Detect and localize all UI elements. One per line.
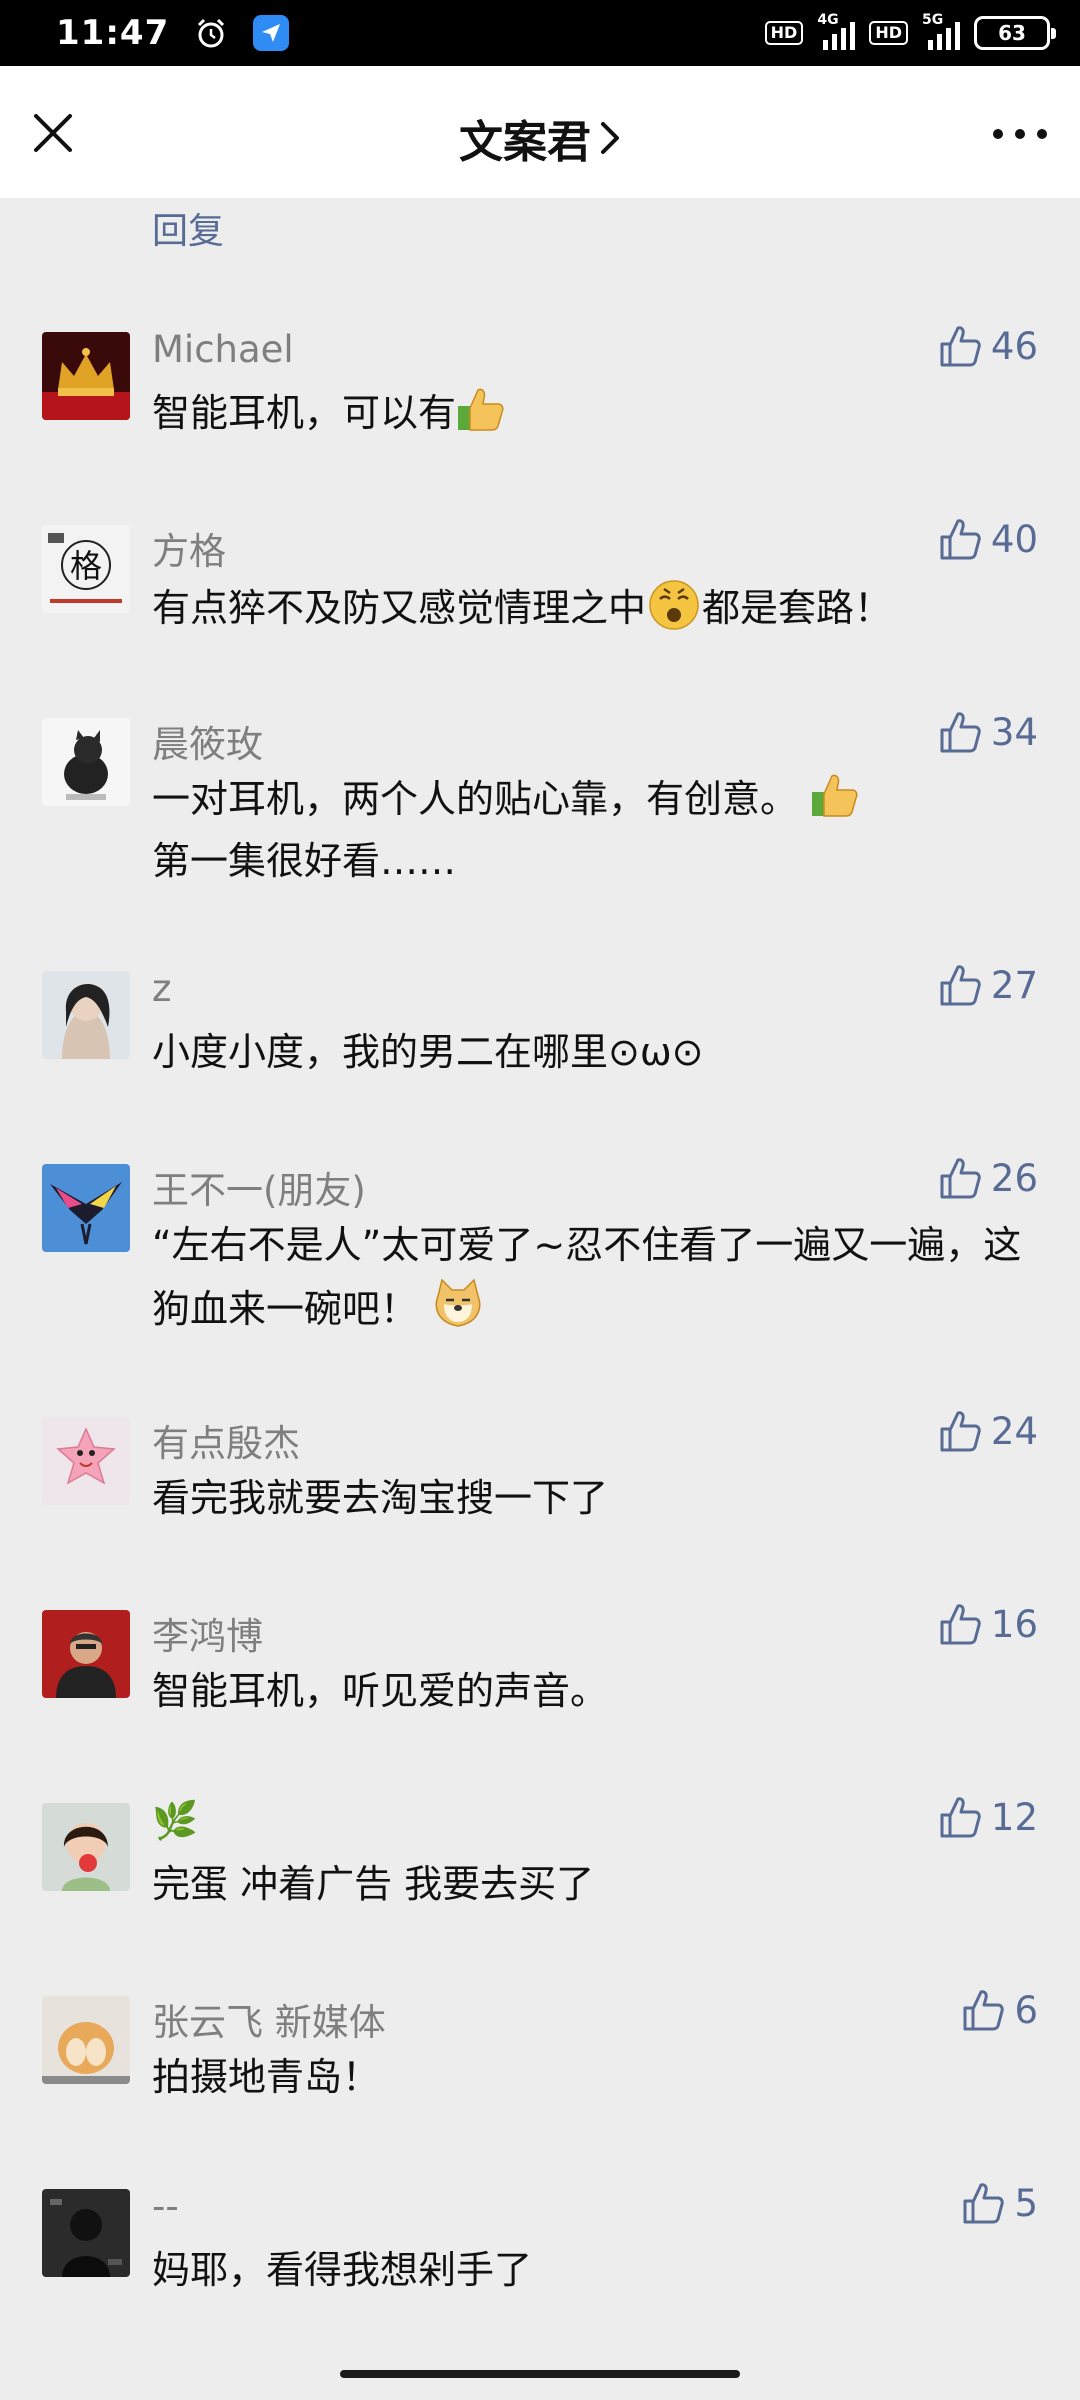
comment-author: 张云飞 新媒体 — [152, 2001, 386, 2044]
comment-text-body: 拍摄地青岛！ — [152, 2055, 381, 2099]
thumbs-up-icon — [963, 1990, 1005, 2031]
comment-text-body: 智能耳机，可以有 — [152, 391, 457, 435]
avatar[interactable] — [42, 1610, 130, 1698]
like-button[interactable]: 24 — [939, 1409, 1038, 1453]
thumbs-up-icon — [963, 2183, 1005, 2224]
avatar[interactable] — [42, 1417, 130, 1505]
thumbs-up-emoji-icon — [458, 388, 504, 431]
comment-author: z — [152, 967, 172, 1010]
like-button[interactable]: 16 — [939, 1602, 1038, 1646]
hd-badge: HD — [764, 21, 804, 45]
like-button[interactable]: 46 — [939, 324, 1038, 368]
comment-text: 智能耳机，听见爱的声音。 — [152, 1660, 1032, 1722]
like-count: 26 — [990, 1156, 1038, 1200]
comment-text: 拍摄地青岛！ — [152, 2046, 1032, 2108]
avatar[interactable]: 格 — [42, 525, 130, 613]
comment-text-body: 一对耳机，两个人的贴心靠，有创意。 — [152, 777, 799, 821]
battery-level: 63 — [998, 21, 1026, 45]
comment-text-body: 妈耶，看得我想剁手了 — [152, 2248, 533, 2292]
status-time: 11:47 — [56, 13, 170, 53]
comment-text-body: 第一集很好看…… — [152, 839, 457, 883]
avatar[interactable] — [42, 718, 130, 806]
hd-badge: HD — [869, 21, 908, 45]
app-notification-icon — [253, 15, 290, 51]
thumbs-up-emoji-icon — [812, 774, 858, 817]
comment-text-body: 看完我就要去淘宝搜一下了 — [152, 1476, 609, 1520]
cowboy-face-emoji-icon — [649, 580, 699, 630]
comment-text-body: 都是套路！ — [702, 586, 893, 630]
avatar[interactable] — [42, 1803, 130, 1891]
comment-text-body: “左右不是人”太可爱了~忍不住看了一遍又一遍，这狗血来一碗吧！ — [152, 1223, 1022, 1331]
reply-link[interactable]: 回复 — [152, 202, 224, 254]
page-title: 文案君 — [459, 117, 591, 168]
alarm-icon — [198, 18, 225, 48]
thumbs-up-icon — [940, 519, 981, 560]
comment-author: 🌿 — [152, 1799, 199, 1842]
comment-text: 智能耳机，可以有 — [152, 382, 1032, 444]
like-button[interactable]: 6 — [962, 1988, 1038, 2032]
like-button[interactable]: 5 — [962, 2181, 1038, 2225]
comment-author: 李鸿博 — [152, 1615, 263, 1658]
like-button[interactable]: 34 — [939, 710, 1038, 754]
network-label: 4G — [817, 12, 839, 28]
like-count: 12 — [990, 1795, 1038, 1839]
avatar[interactable] — [42, 1996, 130, 2084]
thumbs-up-icon — [940, 1158, 981, 1199]
comment-author: Michael — [152, 328, 294, 371]
like-button[interactable]: 26 — [939, 1156, 1038, 1200]
network-label: 5G — [922, 12, 944, 28]
comment-author: 有点殷杰 — [152, 1422, 300, 1465]
doge-emoji-icon — [435, 1278, 481, 1327]
comment-text: 小度小度，我的男二在哪里⊙ω⊙ — [152, 1021, 1032, 1083]
comments-list: 回复 Michael 46 智能耳机，可以有 格 方格 40 有点猝不及防又感觉… — [0, 198, 1080, 2400]
comment-text: 一对耳机，两个人的贴心靠，有创意。 第一集很好看…… — [152, 768, 1032, 892]
battery-icon: 63 — [974, 16, 1056, 50]
home-indicator[interactable] — [340, 2370, 740, 2378]
like-button[interactable]: 27 — [939, 963, 1038, 1007]
chevron-right-icon — [601, 122, 619, 154]
thumbs-up-icon — [940, 326, 981, 367]
like-count: 16 — [990, 1602, 1038, 1646]
comment-text: 看完我就要去淘宝搜一下了 — [152, 1467, 1032, 1529]
avatar[interactable] — [42, 1164, 130, 1252]
like-count: 6 — [1014, 1988, 1038, 2032]
thumbs-up-icon — [940, 1411, 981, 1452]
comment-author: 王不一(朋友) — [152, 1169, 366, 1212]
like-button[interactable]: 40 — [939, 517, 1038, 561]
thumbs-up-icon — [940, 1604, 981, 1645]
thumbs-up-icon — [940, 712, 981, 753]
like-count: 5 — [1014, 2181, 1038, 2225]
comment-text-body: 智能耳机，听见爱的声音。 — [152, 1669, 609, 1713]
comment-text: 完蛋 冲着广告 我要去买了 — [152, 1853, 1032, 1915]
more-icon[interactable] — [990, 124, 1050, 144]
signal-5g-icon: 5G — [922, 12, 960, 50]
comment-text-body: 有点猝不及防又感觉情理之中 — [152, 586, 647, 630]
comment-author: 方格 — [152, 530, 226, 573]
svg-text:格: 格 — [70, 547, 102, 585]
comment-text-body: 小度小度，我的男二在哪里⊙ω⊙ — [152, 1030, 704, 1074]
like-button[interactable]: 12 — [939, 1795, 1038, 1839]
comment-text-body: 完蛋 冲着广告 我要去买了 — [152, 1862, 595, 1906]
like-count: 27 — [990, 963, 1038, 1007]
signal-4g-icon: 4G — [817, 12, 856, 50]
avatar[interactable] — [42, 971, 130, 1059]
thumbs-up-icon — [940, 1797, 981, 1838]
nav-bar: 文案君 — [0, 66, 1080, 198]
like-count: 46 — [990, 324, 1038, 368]
comment-text: “左右不是人”太可爱了~忍不住看了一遍又一遍，这狗血来一碗吧！ — [152, 1214, 1032, 1340]
account-title-button[interactable]: 文案君 — [459, 106, 621, 170]
avatar[interactable] — [42, 2189, 130, 2277]
like-count: 40 — [990, 517, 1038, 561]
like-count: 34 — [990, 710, 1038, 754]
thumbs-up-icon — [940, 965, 981, 1006]
comment-text: 有点猝不及防又感觉情理之中 都是套路！ — [152, 575, 1032, 639]
comment-author: 晨筱玫 — [152, 723, 263, 766]
status-bar: 11:47 HD 4G HD 5G 63 — [0, 0, 1080, 66]
like-count: 24 — [990, 1409, 1038, 1453]
comment-author: -- — [152, 2185, 179, 2228]
comment-text: 妈耶，看得我想剁手了 — [152, 2239, 1032, 2301]
avatar[interactable] — [42, 332, 130, 420]
